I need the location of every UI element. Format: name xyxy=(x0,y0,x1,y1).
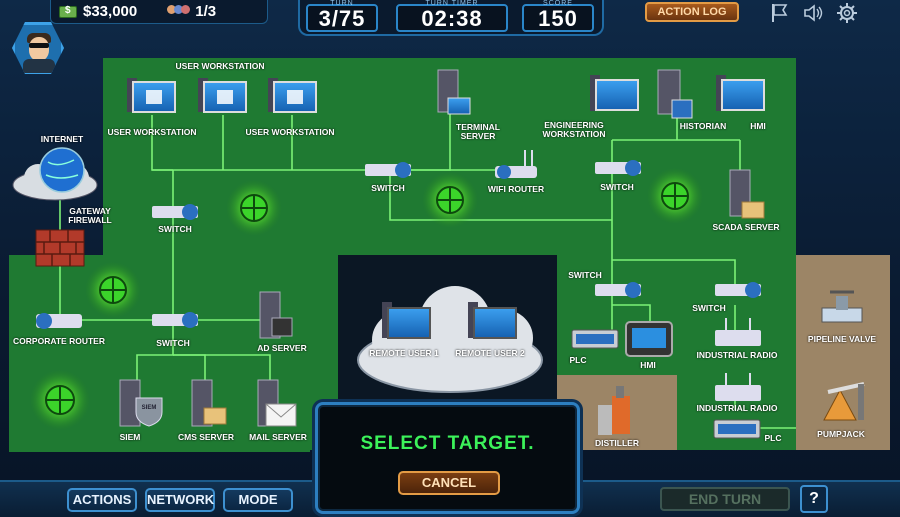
score-caption: SCORE xyxy=(543,0,573,7)
timer-caption: TURN TIMER xyxy=(425,0,479,7)
switch-icon-6 xyxy=(715,282,761,298)
siem-badge-text: SIEM xyxy=(141,405,157,411)
firewall-icon xyxy=(35,229,85,267)
hmi-icon-bottom xyxy=(625,321,673,357)
flag-icon[interactable] xyxy=(768,2,790,24)
help-button[interactable]: ? xyxy=(800,485,828,513)
switch-label-1: SWITCH xyxy=(158,224,192,234)
target-icon-1 xyxy=(226,180,282,236)
mode-button[interactable]: MODE xyxy=(223,488,293,512)
siem-label: SIEM xyxy=(119,432,141,442)
terminal-server-label: TERMINAL SERVER xyxy=(456,122,500,141)
engineering-workstation-icon xyxy=(590,75,639,111)
user-workstation-label-right: USER WORKSTATION xyxy=(245,127,335,137)
users-icon xyxy=(167,4,191,19)
hmi-label-bottom: HMI xyxy=(640,360,656,370)
switch-label-2: SWITCH xyxy=(156,338,190,348)
plc-icon-1 xyxy=(571,329,619,349)
user-workstation-label-left: USER WORKSTATION xyxy=(107,127,197,137)
actions-button[interactable]: ACTIONS xyxy=(67,488,137,512)
switch-label-5: SWITCH xyxy=(568,270,602,280)
select-target-title: SELECT TARGET. xyxy=(360,433,535,454)
ad-server-label: AD SERVER xyxy=(257,343,307,353)
engineering-workstation-label: ENGINEERING WORKSTATION xyxy=(542,120,606,139)
gear-icon[interactable] xyxy=(836,2,858,24)
remote-user-1-label: REMOTE USER 1 xyxy=(369,348,439,358)
users-count: 1/3 xyxy=(195,3,217,20)
hmi-label-top: HMI xyxy=(750,121,766,131)
industrial-radio-label-1: INDUSTRIAL RADIO xyxy=(696,350,778,360)
internet-label: INTERNET xyxy=(40,134,84,144)
money-value: $33,000 xyxy=(83,3,138,20)
turn-panel: TURN 3/75 TURN TIMER 02:38 SCORE 150 xyxy=(298,0,604,36)
switch-label-4: SWITCH xyxy=(600,182,634,192)
historian-label: HISTORIAN xyxy=(679,121,727,131)
switch-label-6: SWITCH xyxy=(692,303,726,313)
hmi-icon-top xyxy=(716,75,765,111)
target-icon-2 xyxy=(422,172,478,228)
select-target-panel: SELECT TARGET. CANCEL xyxy=(315,402,580,514)
switch-icon-1 xyxy=(152,204,198,220)
workstation-icon-1 xyxy=(127,78,176,113)
industrial-radio-label-2: INDUSTRIAL RADIO xyxy=(696,403,778,413)
switch-icon-4 xyxy=(595,160,641,176)
turn-value: 3/75 xyxy=(318,6,366,31)
switch-icon-5 xyxy=(595,282,641,298)
resource-panel: $33,000 1/3 xyxy=(50,0,268,24)
distiller-label: DISTILLER xyxy=(595,438,639,448)
turn-box: TURN 3/75 xyxy=(306,0,378,32)
network-button[interactable]: NETWORK xyxy=(145,488,215,512)
plc-label-2: PLC xyxy=(764,433,782,443)
target-icon-3 xyxy=(647,168,703,224)
internet-icon xyxy=(12,147,98,201)
router-icon xyxy=(36,313,82,329)
mail-server-label: MAIL SERVER xyxy=(249,432,307,442)
timer-box: TURN TIMER 02:38 xyxy=(396,0,508,32)
turn-caption: TURN xyxy=(330,0,354,7)
switch-icon-2 xyxy=(152,312,198,328)
end-turn-button[interactable]: END TURN xyxy=(660,487,790,511)
wifi-router-label: WIFI ROUTER xyxy=(487,184,545,194)
workstation-icon-3 xyxy=(268,78,317,113)
score-box: SCORE 150 xyxy=(522,0,594,32)
speaker-icon[interactable] xyxy=(802,2,824,24)
timer-value: 02:38 xyxy=(421,6,483,31)
zone-field xyxy=(796,255,890,450)
cms-server-label: CMS SERVER xyxy=(177,432,235,442)
pumpjack-label: PUMPJACK xyxy=(817,429,865,439)
corporate-router-label: CORPORATE ROUTER xyxy=(13,336,105,346)
target-icon-5 xyxy=(30,370,90,430)
gateway-firewall-label: GATEWAY FIREWALL xyxy=(68,206,112,225)
workstation-icon-2 xyxy=(198,78,247,113)
pipeline-valve-label: PIPELINE VALVE xyxy=(807,334,877,344)
plc-label-1: PLC xyxy=(569,355,587,365)
scada-server-label: SCADA SERVER xyxy=(712,222,780,232)
remote-user-2-label: REMOTE USER 2 xyxy=(455,348,525,358)
switch-label-3: SWITCH xyxy=(371,183,405,193)
switch-icon-3 xyxy=(365,162,411,178)
cancel-button[interactable]: CANCEL xyxy=(398,471,500,495)
action-log-button[interactable]: ACTION LOG xyxy=(645,2,739,22)
score-value: 150 xyxy=(538,6,578,31)
target-icon-4 xyxy=(85,262,141,318)
user-workstation-label-top: USER WORKSTATION xyxy=(175,61,265,71)
money-icon xyxy=(59,5,77,18)
plc-icon-2 xyxy=(713,419,761,439)
